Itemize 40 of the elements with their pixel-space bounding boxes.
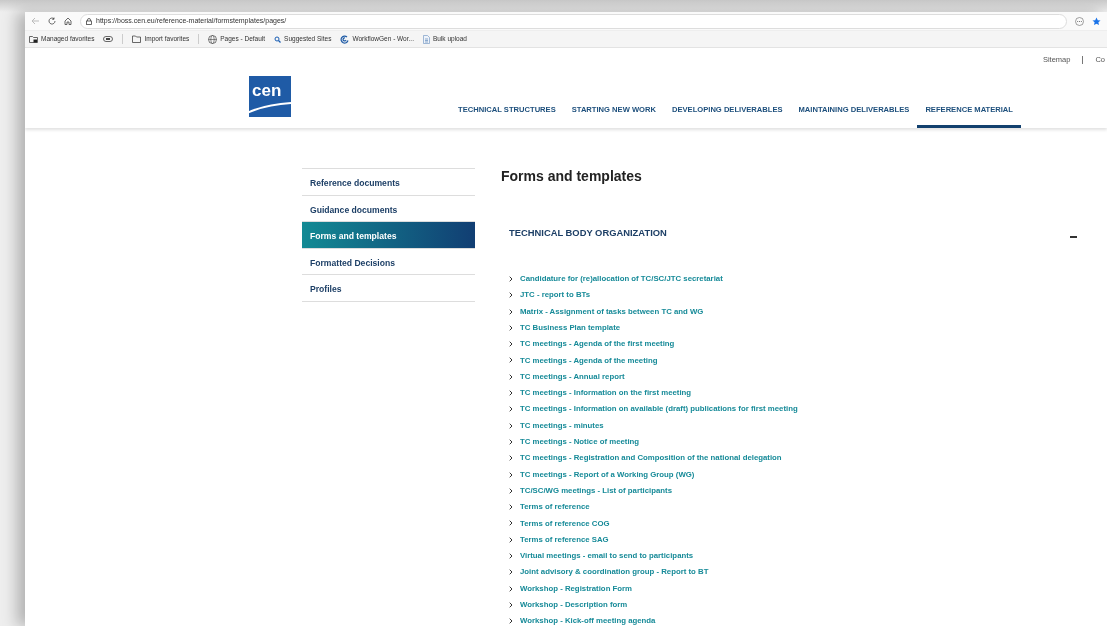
chevron-icon [509,324,513,331]
chevron-icon [509,438,513,445]
chevron-icon [509,341,513,348]
sidebar-item[interactable]: Profiles [302,275,475,302]
chevron-icon [509,422,513,429]
document-icon [422,34,430,44]
chevron-icon [509,585,513,592]
tag-icon[interactable] [103,36,114,42]
home-icon[interactable] [64,17,72,25]
lock-icon [86,17,92,25]
sidebar-item[interactable]: Forms and templates [302,222,475,249]
sidebar-item[interactable]: Formatted Decisions [302,248,475,276]
chevron-icon [509,487,513,494]
page-title: Forms and templates [501,168,643,185]
refresh-icon[interactable] [48,17,56,25]
chevron-icon [509,618,513,625]
swirl-icon [340,34,350,44]
chevron-icon [509,308,513,315]
chevron-icon [509,357,513,364]
chevron-icon [509,455,513,462]
chevron-icon [509,292,513,299]
chevron-icon [509,520,513,527]
chevron-icon [509,601,513,608]
chevron-icon [509,504,513,511]
search-icon [274,35,282,43]
chevron-icon [509,471,513,478]
folder-icon [132,35,142,43]
chevron-icon [509,569,513,576]
chevron-icon [509,373,513,380]
more-icon[interactable] [1075,16,1084,26]
sidebar-item[interactable]: Reference documents [302,169,475,196]
globe-icon [208,34,218,44]
chevron-icon [509,536,513,543]
chevron-icon [509,553,513,559]
chevron-icon [509,275,513,282]
folder-icon [29,35,38,43]
chevron-icon [509,406,513,413]
star-icon[interactable] [1092,16,1101,26]
section-title: TECHNICAL BODY ORGANIZATION [509,225,667,240]
chevron-icon [509,390,513,396]
